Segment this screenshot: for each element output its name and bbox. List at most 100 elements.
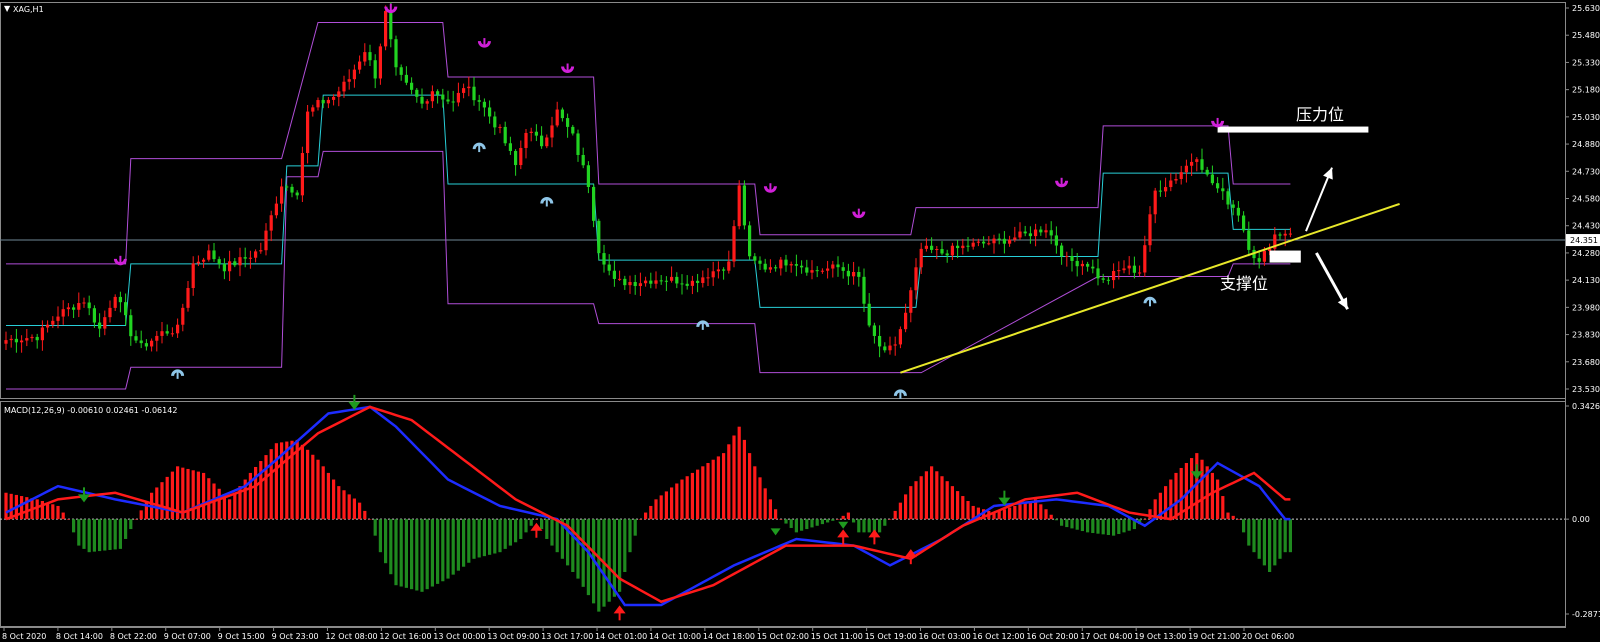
macd-histogram-bar [831,519,835,521]
candle-body [399,67,403,75]
macd-histogram-bar [1252,519,1256,553]
macd-histogram-bar [1164,486,1168,520]
candle-body [1034,229,1038,237]
candle-body [919,248,923,268]
macd-histogram-bar [404,519,408,588]
candle-body [508,143,512,151]
time-tick-label: 14 Oct 10:00 [649,632,701,641]
macd-histogram-bar [638,519,642,520]
candle-body [238,257,242,266]
candle-body [337,91,341,97]
macd-histogram-bar [316,459,320,520]
candle-body [482,101,486,108]
candle-body [670,276,674,281]
candle-body [690,280,694,286]
macd-histogram-bar [1247,519,1251,546]
price-tick-label: 24.430 [1572,222,1600,231]
candle-body [1195,159,1199,162]
macd-histogram-bar [217,488,221,520]
macd-histogram-bar [503,519,507,549]
time-tick-label: 13 Oct 00:00 [433,632,485,641]
candle-body [602,253,606,265]
macd-histogram-bar [321,466,325,520]
macd-histogram-bar [514,519,518,543]
candle-body [222,263,226,272]
candle-body [118,296,122,303]
macd-histogram-bar [576,519,580,579]
macd-histogram-bar [1002,509,1006,520]
candle-body [1101,278,1105,280]
candle-body [815,270,819,272]
candle-body [774,267,778,269]
candle-body [950,245,954,256]
macd-histogram-bar [1257,519,1261,559]
candle-body [519,147,523,166]
candle-body [389,11,393,40]
price-tick-label: 23.980 [1572,303,1600,312]
candle-body [1060,245,1064,257]
macd-histogram-bar [1226,512,1230,520]
candle-body [56,316,60,321]
macd-histogram-bar [508,519,512,546]
macd-histogram-bar [701,466,705,520]
candle-body [898,329,902,345]
macd-histogram-bar [924,471,928,520]
candle-body [72,307,76,310]
candle-body [155,335,159,341]
candle-body [488,107,492,117]
candle-body [368,52,372,61]
macd-histogram-bar [1080,519,1084,532]
candle-body [1179,172,1183,179]
candle-body [144,343,148,347]
time-tick-label: 17 Oct 04:00 [1080,632,1132,641]
candle-body [576,133,580,155]
macd-histogram-bar [737,426,741,520]
candle-body [1086,263,1090,267]
macd-histogram-bar [1268,519,1272,572]
candle-body [103,317,107,329]
macd-histogram-bar [1283,519,1287,553]
macd-histogram-bar [670,487,674,520]
candle-body [77,303,81,310]
candle-body [378,46,382,79]
macd-histogram-bar [519,519,523,539]
candle-body [872,325,876,336]
macd-histogram-bar [108,519,112,550]
time-tick-label: 9 Oct 07:00 [164,632,211,641]
candle-body [1190,161,1194,166]
time-tick-label: 13 Oct 09:00 [487,632,539,641]
price-tick-label: 24.580 [1572,195,1600,204]
candle-body [763,263,767,270]
candle-body [358,61,362,70]
macd-histogram-bar [857,519,861,533]
symbol-label: XAG,H1 [13,5,44,14]
macd-histogram-bar [415,519,419,591]
trading-chart[interactable]: 25.630 25.480 25.330 25.180 25.030 24.880 24.7… [0,0,1600,642]
macd-histogram-bar [410,519,414,590]
time-tick-label: 15 Oct 19:00 [865,632,917,641]
candle-body [956,245,960,249]
macd-histogram-bar [748,453,752,520]
candle-body [1262,250,1266,262]
macd-histogram-bar [311,454,315,520]
candle-body [477,100,481,102]
candle-body [98,322,102,329]
price-tick-label: 25.180 [1572,86,1600,95]
candle-body [1247,230,1251,250]
dropdown-icon[interactable]: ▼ [4,4,11,13]
resistance-bar [1217,126,1369,133]
candle-body [779,259,783,269]
macd-histogram-bar [1049,514,1053,520]
time-tick-label: 20 Oct 06:00 [1242,632,1294,641]
candle-body [737,185,741,227]
macd-histogram-bar [763,488,767,520]
candle-body [1184,165,1188,173]
macd-histogram-bar [1101,519,1105,535]
candle-body [846,270,850,277]
candle-body [836,264,840,268]
macd-histogram-bar [462,519,466,567]
macd-histogram-bar [1106,519,1110,536]
candle-body [1226,191,1230,205]
candle-body [384,11,388,47]
macd-histogram-bar [826,519,830,523]
